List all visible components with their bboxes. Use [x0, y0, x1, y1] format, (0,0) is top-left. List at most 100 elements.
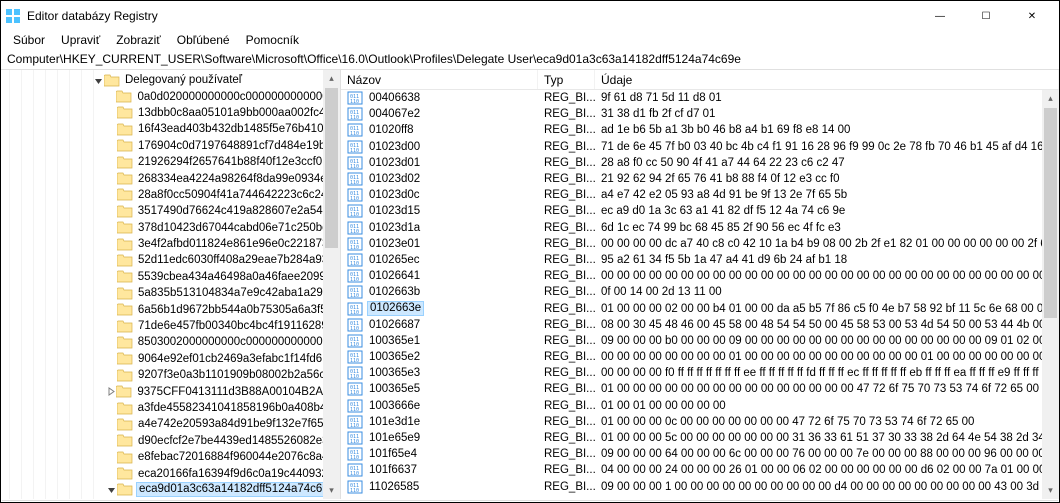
- menu-edit[interactable]: Upraviť: [53, 31, 108, 49]
- menu-help[interactable]: Pomocník: [238, 31, 307, 49]
- scroll-up-icon[interactable]: ▴: [323, 70, 340, 87]
- value-row[interactable]: 01111001023e01REG_BI...00 00 00 00 dc a7…: [341, 236, 1059, 252]
- tree-item[interactable]: 5a835b513104834a7e9c42aba1a2940: [1, 285, 340, 301]
- tree-item[interactable]: Delegovaný používateľ: [1, 72, 340, 88]
- tree-item[interactable]: 28a8f0cc50904f41a744642223c6c247: [1, 187, 340, 203]
- address-bar[interactable]: Computer\HKEY_CURRENT_USER\Software\Micr…: [1, 51, 1059, 70]
- list-scrollbar[interactable]: ▴ ▾: [1042, 90, 1059, 499]
- value-data: a4 e7 42 e2 05 93 a8 4d 91 be 9f 13 2e 7…: [595, 189, 1059, 201]
- value-row[interactable]: 011110100365e1REG_BI...09 00 00 00 b0 00…: [341, 333, 1059, 349]
- column-type[interactable]: Typ: [538, 70, 595, 89]
- scroll-down-icon[interactable]: ▾: [1042, 482, 1059, 499]
- tree-scrollbar[interactable]: ▴ ▾: [323, 70, 340, 499]
- menu-favorites[interactable]: Obľúbené: [169, 31, 238, 49]
- app-icon: [5, 8, 21, 24]
- tree-item[interactable]: 5539cbea434a46498a0a46faee2099eef: [1, 269, 340, 285]
- value-row[interactable]: 011110010265ecREG_BI...95 a2 61 34 f5 5b…: [341, 252, 1059, 268]
- value-row[interactable]: 0111100102663bREG_BI...0f 00 14 00 2d 13…: [341, 284, 1059, 300]
- tree-item-label: 268334ea4224a98264f8da99e0934ef: [136, 173, 332, 185]
- folder-icon: [117, 221, 133, 234]
- tree-item[interactable]: 9207f3e0a3b1101909b08002b2a56c2: [1, 367, 340, 383]
- value-data: 00 00 00 00 f0 ff ff ff ff ff ff ff ee f…: [595, 367, 1059, 379]
- folder-icon: [116, 385, 132, 398]
- expand-icon[interactable]: [105, 387, 116, 396]
- svg-text:110: 110: [350, 164, 359, 170]
- value-row[interactable]: 011110101e3d1eREG_BI...01 00 00 00 0c 00…: [341, 414, 1059, 430]
- value-row[interactable]: 011110101e65e9REG_BI...01 00 00 00 5c 00…: [341, 430, 1059, 446]
- tree-item[interactable]: GroupsStore: [1, 498, 340, 499]
- tree-item[interactable]: 176904c0d7197648891cf7d484e19b33: [1, 138, 340, 154]
- scroll-up-icon[interactable]: ▴: [1042, 90, 1059, 107]
- tree-item[interactable]: 0a0d020000000000c0000000000000046: [1, 88, 340, 104]
- tree-item[interactable]: 16f43ead403b432db1485f5e76b4101d: [1, 121, 340, 137]
- value-row[interactable]: 01111001026687REG_BI...08 00 30 45 48 46…: [341, 317, 1059, 333]
- folder-icon: [117, 205, 133, 218]
- value-row[interactable]: 01111001026641REG_BI...00 00 00 00 00 00…: [341, 268, 1059, 284]
- value-name: 100365e1: [367, 335, 422, 347]
- menu-view[interactable]: Zobraziť: [108, 31, 169, 49]
- maximize-button[interactable]: ☐: [963, 1, 1009, 31]
- expand-collapse-icon[interactable]: [105, 485, 117, 494]
- tree-item[interactable]: 378d10423d67044cabd06e71c250bef3: [1, 220, 340, 236]
- tree-item[interactable]: 3517490d76624c419a828607e2a54564: [1, 203, 340, 219]
- binary-value-icon: 011110: [347, 188, 363, 202]
- tree-item[interactable]: 52d11edc6030ff408a29eae7b284a93f: [1, 252, 340, 268]
- tree-item-label: 8503002000000000c000000000000046: [136, 336, 340, 348]
- tree-item[interactable]: 21926294f2657641b88f40f12e3ccf0: [1, 154, 340, 170]
- svg-text:110: 110: [350, 245, 359, 251]
- tree-item[interactable]: 71de6e457fb00340bc4bc4f191162896: [1, 318, 340, 334]
- value-row[interactable]: 01111001023d0cREG_BI...a4 e7 42 e2 05 93…: [341, 187, 1059, 203]
- value-row[interactable]: 0111101003666eREG_BI...01 00 01 00 00 00…: [341, 398, 1059, 414]
- svg-text:110: 110: [350, 229, 359, 235]
- tree-item[interactable]: 13dbb0c8aa05101a9bb000aa002fc45a: [1, 105, 340, 121]
- value-name: 01023d00: [367, 141, 422, 153]
- list-scroll-thumb[interactable]: [1044, 108, 1057, 318]
- value-row[interactable]: 01111001023d15REG_BI...ec a9 d0 1a 3c 63…: [341, 203, 1059, 219]
- tree-item[interactable]: 268334ea4224a98264f8da99e0934ef: [1, 170, 340, 186]
- value-row[interactable]: 0111100102663eREG_BI...01 00 00 00 02 00…: [341, 300, 1059, 316]
- svg-text:110: 110: [350, 326, 359, 332]
- folder-icon: [117, 483, 133, 496]
- tree-item[interactable]: eca9d01a3c63a14182dff5124a74c69e: [1, 482, 340, 498]
- column-name[interactable]: Názov: [341, 70, 538, 89]
- tree-item[interactable]: eca20166fa16394f9d6c0a19c4409323: [1, 465, 340, 481]
- tree-item[interactable]: 8503002000000000c000000000000046: [1, 334, 340, 350]
- value-row[interactable]: 011110101f65e4REG_BI...09 00 00 00 64 00…: [341, 446, 1059, 462]
- svg-text:110: 110: [350, 439, 359, 445]
- value-row[interactable]: 01111000406638REG_BI...9f 61 d8 71 5d 11…: [341, 90, 1059, 106]
- expand-collapse-icon[interactable]: [92, 76, 104, 85]
- value-row[interactable]: 01111001023d1aREG_BI...6d 1c ec 74 99 bc…: [341, 220, 1059, 236]
- minimize-button[interactable]: —: [917, 1, 963, 31]
- value-row[interactable]: 01111001023d02REG_BI...21 92 62 94 2f 65…: [341, 171, 1059, 187]
- column-data[interactable]: Údaje: [595, 70, 1059, 89]
- value-row[interactable]: 01111001023d01REG_BI...28 a8 f0 cc 50 90…: [341, 155, 1059, 171]
- tree-item[interactable]: 9064e92ef01cb2469a3efabc1f14fd6: [1, 351, 340, 367]
- tree-item[interactable]: a3fde45582341041858196b0a408b48b6: [1, 400, 340, 416]
- tree-item[interactable]: a4e742e20593a84d91be9f132e7f655b: [1, 416, 340, 432]
- tree-item[interactable]: 3e4f2afbd011824e861e96e0c2218738: [1, 236, 340, 252]
- value-row[interactable]: 01111011026585REG_BI...09 00 00 00 1 00 …: [341, 479, 1059, 495]
- value-row[interactable]: 011110100365e2REG_BI...00 00 00 00 00 00…: [341, 349, 1059, 365]
- list-header: Názov Typ Údaje: [341, 70, 1059, 90]
- scroll-down-icon[interactable]: ▾: [323, 482, 340, 499]
- value-row[interactable]: 011110004067e2REG_BI...31 38 d1 fb 2f cf…: [341, 106, 1059, 122]
- tree-item[interactable]: d90ecfcf2e7be4439ed1485526082e3f: [1, 433, 340, 449]
- value-data: 31 38 d1 fb 2f cf d7 01: [595, 108, 1059, 120]
- value-row[interactable]: 01111001020ff8REG_BI...ad 1e b6 5b a1 3b…: [341, 122, 1059, 138]
- tree-item-label: 176904c0d7197648891cf7d484e19b33: [136, 140, 340, 152]
- tree-item[interactable]: 6a56b1d9672bb544a0b75305a6a3f58d: [1, 301, 340, 317]
- menu-file[interactable]: Súbor: [5, 31, 53, 49]
- value-type: REG_BI...: [538, 319, 595, 331]
- value-row[interactable]: 011110100365e5REG_BI...01 00 00 00 00 00…: [341, 381, 1059, 397]
- tree-item[interactable]: e8febac72016884f960044e2076c8a4eb: [1, 449, 340, 465]
- tree-item[interactable]: 9375CFF0413111d3B88A00104B2A6676: [1, 383, 340, 399]
- value-row[interactable]: 01111001023d00REG_BI...71 de 6e 45 7f b0…: [341, 139, 1059, 155]
- tree-scroll-thumb[interactable]: [325, 88, 338, 248]
- folder-icon: [117, 467, 133, 480]
- value-row[interactable]: 011110100365e3REG_BI...00 00 00 00 f0 ff…: [341, 365, 1059, 381]
- value-row[interactable]: 011110101f6637REG_BI...04 00 00 00 24 00…: [341, 462, 1059, 478]
- close-button[interactable]: ✕: [1009, 1, 1055, 31]
- value-type: REG_BI...: [538, 222, 595, 234]
- tree-item-label: 13dbb0c8aa05101a9bb000aa002fc45a: [136, 107, 340, 119]
- binary-value-icon: 011110: [347, 172, 363, 186]
